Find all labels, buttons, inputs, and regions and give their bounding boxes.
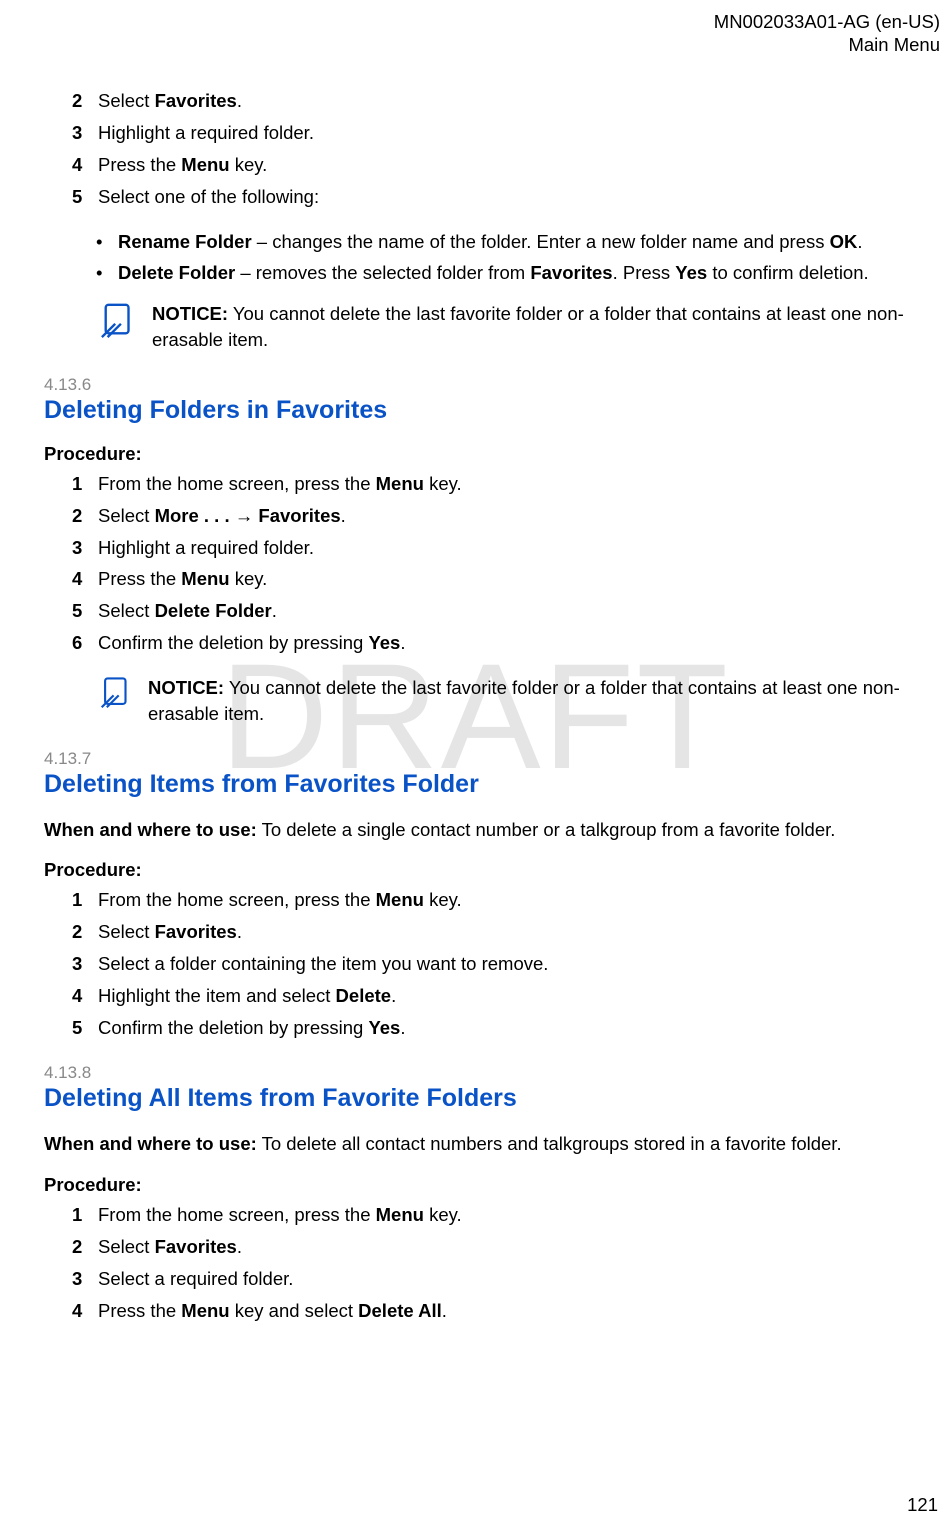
step-text: Select a required folder. [98, 1266, 940, 1293]
step-item: 1From the home screen, press the Menu ke… [72, 471, 940, 498]
step-number: 2 [72, 919, 98, 946]
step-number: 1 [72, 471, 98, 498]
step-text: Press the Menu key and select Delete All… [98, 1298, 940, 1325]
notice-text: NOTICE: You cannot delete the last favor… [148, 675, 940, 727]
step-list: 1From the home screen, press the Menu ke… [44, 471, 940, 657]
notice-block: NOTICE: You cannot delete the last favor… [44, 675, 940, 727]
step-item: 4Highlight the item and select Delete. [72, 983, 940, 1010]
section-title: Deleting All Items from Favorite Folders [44, 1083, 940, 1113]
step-number: 3 [72, 1266, 98, 1293]
section-number: 4.13.6 [44, 375, 940, 395]
step-text: Highlight a required folder. [98, 535, 940, 562]
step-item: 6Confirm the deletion by pressing Yes. [72, 630, 940, 657]
step-text: Press the Menu key. [98, 566, 940, 593]
section: 4.13.8Deleting All Items from Favorite F… [44, 1063, 940, 1324]
step-number: 1 [72, 887, 98, 914]
intro-bullet-list: Rename Folder – changes the name of the … [44, 229, 940, 288]
step-item: 5Select one of the following: [72, 184, 940, 211]
step-number: 2 [72, 503, 98, 530]
step-item: 1From the home screen, press the Menu ke… [72, 1202, 940, 1229]
notice-text: NOTICE: You cannot delete the last favor… [152, 301, 940, 353]
step-item: 5Select Delete Folder. [72, 598, 940, 625]
step-number: 2 [72, 88, 98, 115]
step-item: 3Select a folder containing the item you… [72, 951, 940, 978]
step-item: 4Press the Menu key. [72, 566, 940, 593]
step-list: 1From the home screen, press the Menu ke… [44, 1202, 940, 1324]
step-item: 1From the home screen, press the Menu ke… [72, 887, 940, 914]
step-text: From the home screen, press the Menu key… [98, 887, 940, 914]
step-text: Select one of the following: [98, 184, 940, 211]
step-list: 1From the home screen, press the Menu ke… [44, 887, 940, 1041]
step-number: 1 [72, 1202, 98, 1229]
step-text: Select Favorites. [98, 1234, 940, 1261]
section: 4.13.6Deleting Folders in Favorites Proce… [44, 375, 940, 727]
step-item: 2Select Favorites. [72, 919, 940, 946]
intro-step-list: 2Select Favorites.3Highlight a required … [44, 88, 940, 210]
step-number: 5 [72, 1015, 98, 1042]
step-number: 2 [72, 1234, 98, 1261]
step-number: 6 [72, 630, 98, 657]
step-item: 4Press the Menu key. [72, 152, 940, 179]
step-text: Confirm the deletion by pressing Yes. [98, 630, 940, 657]
bullet-item: Delete Folder – removes the selected fol… [96, 260, 940, 287]
step-text: From the home screen, press the Menu key… [98, 471, 940, 498]
step-item: 4Press the Menu key and select Delete Al… [72, 1298, 940, 1325]
notice-block: NOTICE: You cannot delete the last favor… [44, 301, 940, 353]
step-number: 3 [72, 535, 98, 562]
step-text: Select More . . . → Favorites. [98, 503, 940, 530]
section-title: Deleting Items from Favorites Folder [44, 769, 940, 799]
step-number: 4 [72, 152, 98, 179]
notice-icon [100, 675, 134, 716]
step-item: 5Confirm the deletion by pressing Yes. [72, 1015, 940, 1042]
when-where: When and where to use: To delete all con… [44, 1131, 940, 1158]
step-number: 5 [72, 598, 98, 625]
step-item: 3Highlight a required folder. [72, 535, 940, 562]
page-header: MN002033A01-AG (en-US) Main Menu [44, 10, 940, 56]
notice-icon [100, 301, 138, 346]
step-item: 2Select Favorites. [72, 1234, 940, 1261]
step-text: Confirm the deletion by pressing Yes. [98, 1015, 940, 1042]
step-text: Select Delete Folder. [98, 598, 940, 625]
section-title: Deleting Folders in Favorites [44, 395, 940, 425]
step-number: 4 [72, 983, 98, 1010]
section-number: 4.13.8 [44, 1063, 940, 1083]
section: 4.13.7Deleting Items from Favorites Fold… [44, 749, 940, 1042]
section-name: Main Menu [44, 33, 940, 56]
section-number: 4.13.7 [44, 749, 940, 769]
step-number: 3 [72, 120, 98, 147]
step-number: 4 [72, 566, 98, 593]
procedure-label: Procedure: [44, 443, 940, 465]
step-number: 3 [72, 951, 98, 978]
step-item: 3Highlight a required folder. [72, 120, 940, 147]
step-text: Select Favorites. [98, 88, 940, 115]
page-number: 121 [907, 1494, 938, 1516]
step-number: 5 [72, 184, 98, 211]
step-item: 3Select a required folder. [72, 1266, 940, 1293]
step-number: 4 [72, 1298, 98, 1325]
step-text: Press the Menu key. [98, 152, 940, 179]
procedure-label: Procedure: [44, 1174, 940, 1196]
step-text: Highlight the item and select Delete. [98, 983, 940, 1010]
step-item: 2Select More . . . → Favorites. [72, 503, 940, 530]
step-text: Select a folder containing the item you … [98, 951, 940, 978]
doc-id: MN002033A01-AG (en-US) [44, 10, 940, 33]
bullet-item: Rename Folder – changes the name of the … [96, 229, 940, 256]
step-text: From the home screen, press the Menu key… [98, 1202, 940, 1229]
step-text: Highlight a required folder. [98, 120, 940, 147]
step-text: Select Favorites. [98, 919, 940, 946]
when-where: When and where to use: To delete a singl… [44, 817, 940, 844]
step-item: 2Select Favorites. [72, 88, 940, 115]
procedure-label: Procedure: [44, 859, 940, 881]
